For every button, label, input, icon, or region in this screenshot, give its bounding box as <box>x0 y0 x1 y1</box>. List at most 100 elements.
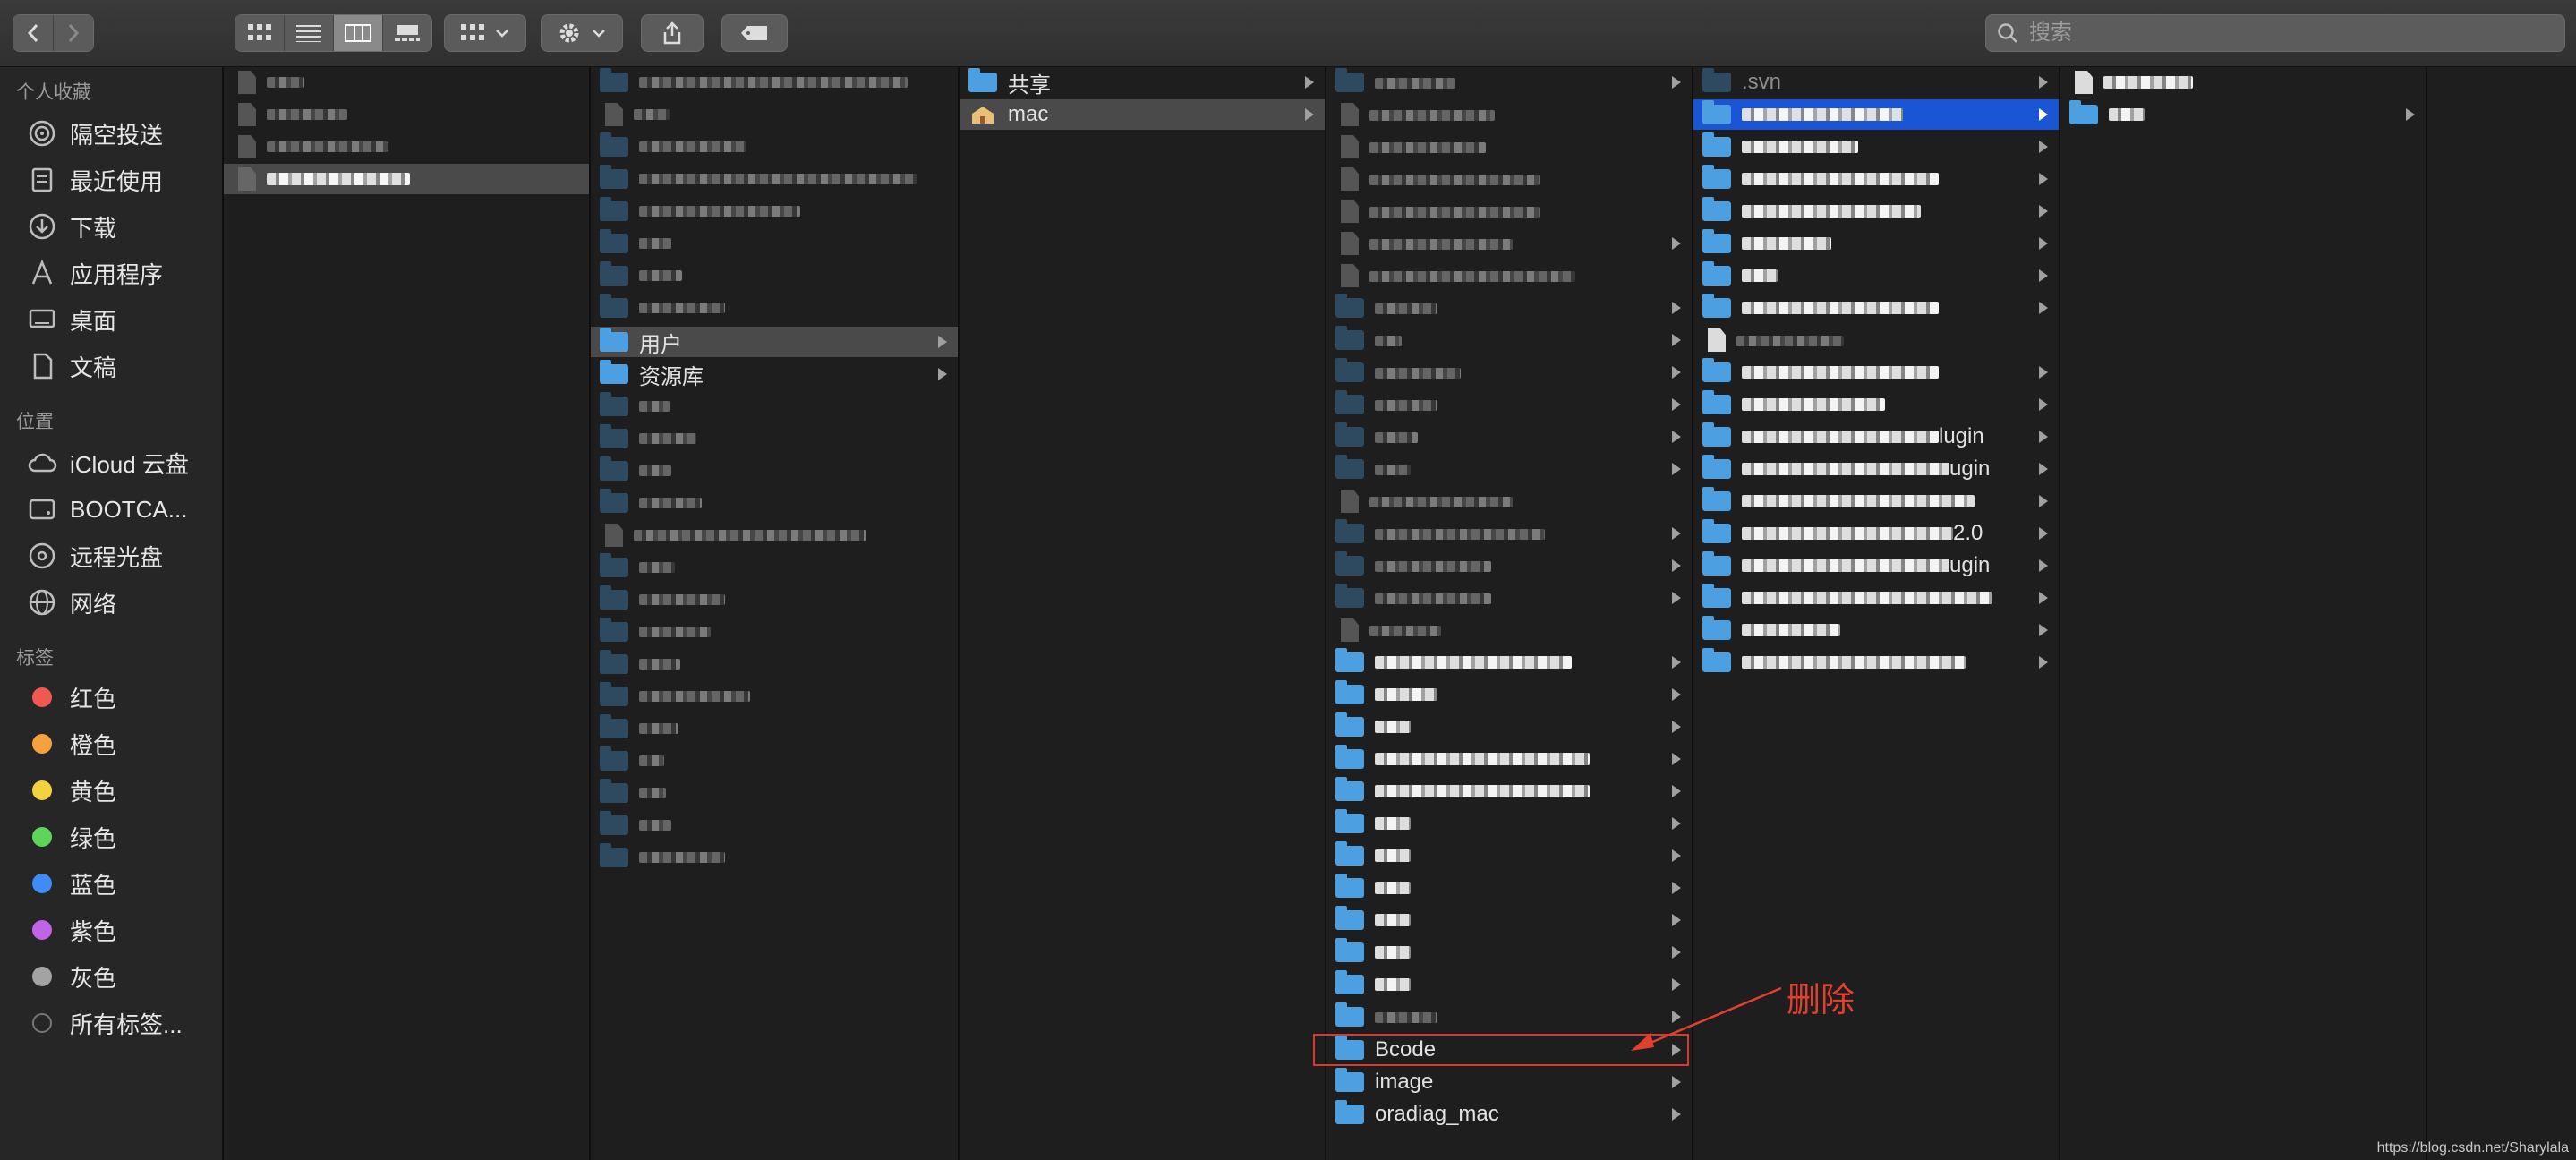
search-input[interactable] <box>2027 20 2550 47</box>
list-item[interactable] <box>591 67 958 98</box>
list-item[interactable] <box>1326 260 1692 291</box>
list-item[interactable] <box>591 456 958 486</box>
edit-tags-button[interactable] <box>721 14 788 52</box>
list-item[interactable] <box>591 196 958 226</box>
list-item[interactable] <box>1326 422 1692 452</box>
list-item[interactable] <box>1326 486 1692 516</box>
list-item[interactable] <box>1693 325 2059 355</box>
list-item[interactable] <box>591 423 958 454</box>
list-item[interactable] <box>1326 937 1692 968</box>
list-item[interactable] <box>1326 776 1692 806</box>
sidebar-item-remote-disc[interactable]: 远程光盘 <box>27 536 215 576</box>
list-item[interactable] <box>1693 647 2059 678</box>
list-item[interactable] <box>1693 357 2059 388</box>
list-item[interactable] <box>1326 357 1692 388</box>
list-item[interactable] <box>1693 615 2059 645</box>
list-item-library[interactable]: 资源库 <box>591 359 958 389</box>
share-button[interactable] <box>641 14 704 52</box>
sidebar-tag-yellow[interactable]: 黄色 <box>27 771 215 810</box>
list-item[interactable] <box>591 164 958 194</box>
list-item[interactable] <box>1326 744 1692 774</box>
list-item[interactable] <box>1326 583 1692 613</box>
sidebar-item-bootcamp[interactable]: BOOTCA... <box>27 490 215 529</box>
list-item[interactable] <box>591 617 958 647</box>
sidebar-item-desktop[interactable]: 桌面 <box>27 300 215 339</box>
sidebar-tag-purple[interactable]: 紫色 <box>27 910 215 950</box>
list-item[interactable] <box>591 520 958 550</box>
list-item[interactable] <box>1326 325 1692 355</box>
icon-view-button[interactable] <box>235 15 285 51</box>
list-item[interactable] <box>591 488 958 518</box>
list-item[interactable] <box>1326 293 1692 323</box>
list-item[interactable] <box>591 391 958 422</box>
list-item[interactable] <box>1326 808 1692 839</box>
list-item[interactable] <box>1326 67 1692 98</box>
forward-button[interactable] <box>54 15 93 51</box>
search-field[interactable] <box>1985 14 2565 52</box>
list-item[interactable] <box>1693 486 2059 516</box>
list-item[interactable] <box>1693 132 2059 162</box>
list-item-oradiag[interactable]: oradiag_mac <box>1326 1099 1692 1130</box>
column-view-button[interactable] <box>334 15 383 51</box>
list-item[interactable] <box>1693 583 2059 613</box>
list-item[interactable] <box>1326 132 1692 162</box>
list-item[interactable] <box>1326 840 1692 871</box>
list-item[interactable] <box>591 584 958 615</box>
list-item-selected[interactable] <box>224 164 589 194</box>
group-by-button[interactable] <box>444 14 526 52</box>
list-item[interactable] <box>1693 260 2059 291</box>
list-item[interactable] <box>1326 164 1692 194</box>
list-item[interactable] <box>1693 293 2059 323</box>
list-item[interactable] <box>591 132 958 162</box>
list-item[interactable] <box>1326 905 1692 935</box>
list-item[interactable] <box>591 228 958 259</box>
list-item[interactable] <box>591 293 958 323</box>
list-item[interactable] <box>1326 679 1692 710</box>
list-item[interactable] <box>224 99 589 130</box>
list-item[interactable] <box>1326 712 1692 742</box>
list-item[interactable] <box>1693 196 2059 226</box>
list-item[interactable] <box>591 260 958 291</box>
list-item[interactable] <box>591 778 958 808</box>
list-item[interactable] <box>2060 99 2426 130</box>
list-item[interactable] <box>591 681 958 712</box>
list-item-image[interactable]: image <box>1326 1067 1692 1097</box>
list-item[interactable] <box>1326 518 1692 549</box>
list-item[interactable] <box>591 649 958 679</box>
gallery-view-button[interactable] <box>383 15 431 51</box>
list-item[interactable]: lugin <box>1693 422 2059 452</box>
list-item[interactable] <box>591 810 958 840</box>
list-item[interactable] <box>1693 164 2059 194</box>
list-item[interactable] <box>1326 615 1692 645</box>
list-item[interactable] <box>591 746 958 776</box>
sidebar-tag-orange[interactable]: 橙色 <box>27 724 215 763</box>
sidebar-item-applications[interactable]: 应用程序 <box>27 253 215 293</box>
sidebar-tag-gray[interactable]: 灰色 <box>27 957 215 996</box>
list-item[interactable] <box>1693 228 2059 259</box>
list-view-button[interactable] <box>285 15 334 51</box>
list-item[interactable] <box>1326 873 1692 903</box>
list-item[interactable]: ugin <box>1693 550 2059 581</box>
list-item[interactable] <box>224 67 589 98</box>
sidebar-item-documents[interactable]: 文稿 <box>27 346 215 386</box>
list-item[interactable] <box>591 99 958 130</box>
list-item[interactable] <box>1326 228 1692 259</box>
sidebar-item-network[interactable]: 网络 <box>27 583 215 622</box>
list-item[interactable] <box>1326 647 1692 678</box>
list-item-svn[interactable]: .svn <box>1693 67 2059 98</box>
list-item-shared[interactable]: 共享 <box>960 67 1325 98</box>
list-item[interactable]: ugin <box>1693 454 2059 484</box>
sidebar-tag-red[interactable]: 红色 <box>27 678 215 717</box>
sidebar-item-downloads[interactable]: 下载 <box>27 207 215 246</box>
back-button[interactable] <box>13 15 54 51</box>
list-item-users[interactable]: 用户 <box>591 327 958 357</box>
list-item[interactable]: 2.0 <box>1693 518 2059 549</box>
list-item[interactable] <box>591 842 958 873</box>
list-item[interactable] <box>2060 67 2426 98</box>
list-item[interactable] <box>224 132 589 162</box>
sidebar-item-recents[interactable]: 最近使用 <box>27 160 215 200</box>
list-item[interactable] <box>1326 196 1692 226</box>
list-item[interactable] <box>1326 550 1692 581</box>
list-item[interactable] <box>1326 454 1692 484</box>
list-item[interactable] <box>591 713 958 744</box>
